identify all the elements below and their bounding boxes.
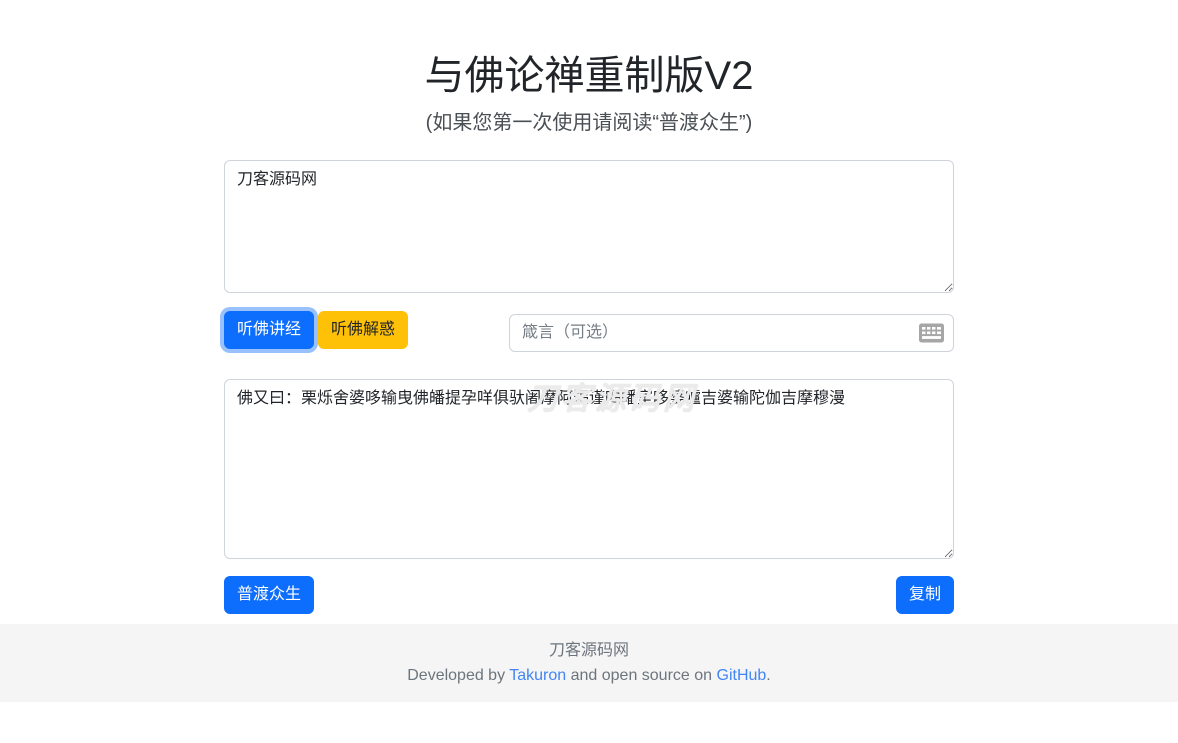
footer-credit-suffix: . [766, 667, 770, 684]
copy-button[interactable]: 复制 [896, 576, 954, 614]
actions-row: 普渡众生 复制 [224, 576, 954, 614]
mode-controls-row: 听佛讲经 听佛解惑 [224, 311, 954, 352]
keyboard-icon[interactable] [919, 324, 944, 343]
help-button[interactable]: 普渡众生 [224, 576, 314, 614]
footer-credit: Developed by Takuron and open source on … [0, 663, 1178, 688]
page-subtitle: (如果您第一次使用请阅读“普渡众生”) [0, 108, 1178, 138]
footer-credit-prefix: Developed by [407, 667, 509, 684]
footer-site-name: 刀客源码网 [0, 638, 1178, 663]
page: 与佛论禅重制版V2 (如果您第一次使用请阅读“普渡众生”) 刀客源码网 听佛讲经… [0, 52, 1178, 702]
page-footer: 刀客源码网 Developed by Takuron and open sour… [0, 624, 1178, 702]
page-title: 与佛论禅重制版V2 [0, 52, 1178, 100]
mantra-input[interactable] [509, 314, 954, 352]
mantra-field-wrapper [509, 314, 954, 352]
output-textarea[interactable]: 佛又曰：栗烁舍婆哆输曳佛皤提孕咩俱驮阇摩阿羯谨喝皤室哆婆嚧吉婆输陀伽吉摩穆漫 [224, 379, 954, 559]
footer-credit-middle: and open source on [566, 667, 716, 684]
author-link[interactable]: Takuron [509, 667, 566, 684]
listen-sutra-button[interactable]: 听佛讲经 [224, 311, 314, 349]
github-link[interactable]: GitHub [717, 667, 767, 684]
listen-answer-button[interactable]: 听佛解惑 [318, 311, 408, 349]
main-content: 刀客源码网 听佛讲经 听佛解惑 [224, 160, 954, 614]
plaintext-textarea[interactable]: 刀客源码网 [224, 160, 954, 293]
